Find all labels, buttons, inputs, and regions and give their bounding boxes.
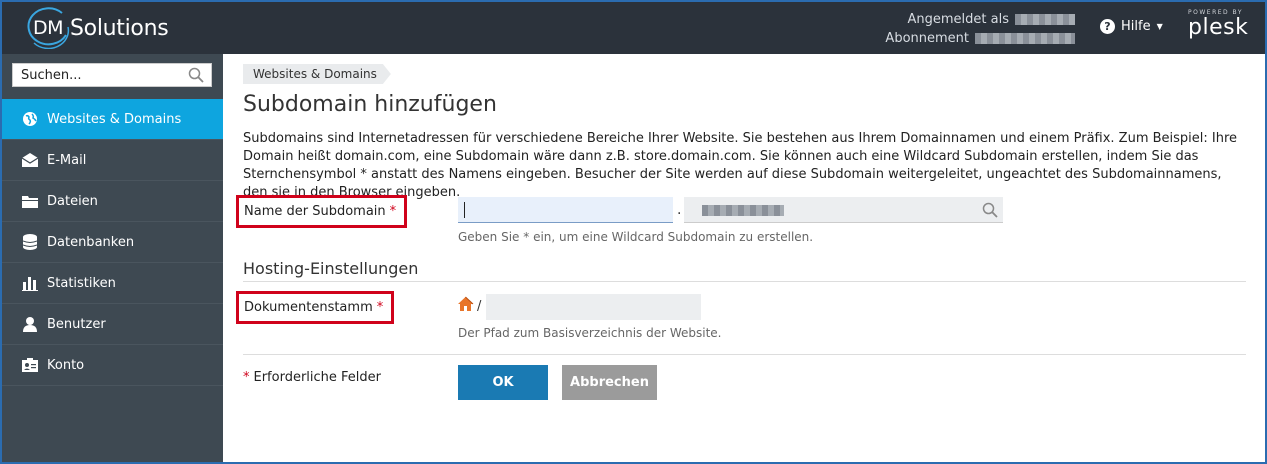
logo-dm-text: DM — [32, 17, 64, 39]
page-title: Subdomain hinzufügen — [243, 92, 497, 117]
database-icon — [22, 234, 38, 250]
required-fields-text: Erforderliche Felder — [253, 370, 382, 385]
logged-in-label: Angemeldet als — [907, 12, 1010, 27]
sidebar-nav: Websites & Domains E-Mail Dateien Datenb… — [2, 99, 223, 386]
username-redacted[interactable] — [1015, 14, 1075, 25]
path-slash: / — [477, 299, 482, 314]
search-icon[interactable] — [188, 67, 204, 87]
sidebar-item-databases[interactable]: Datenbanken — [2, 222, 223, 263]
sidebar-item-label: Websites & Domains — [47, 111, 182, 127]
globe-icon — [22, 111, 38, 127]
sidebar-item-statistics[interactable]: Statistiken — [2, 263, 223, 304]
domain-select[interactable] — [684, 197, 1003, 223]
breadcrumb-websites-domains[interactable]: Websites & Domains — [243, 64, 391, 84]
required-star: * — [243, 370, 250, 385]
domain-redacted — [702, 205, 784, 216]
sidebar-item-label: Datenbanken — [47, 234, 135, 250]
help-label: Hilfe — [1121, 19, 1151, 34]
user-icon — [22, 316, 38, 332]
sidebar-item-email[interactable]: E-Mail — [2, 140, 223, 181]
page-description: Subdomains sind Internetadressen für ver… — [243, 131, 1238, 200]
subdomain-input[interactable] — [458, 197, 673, 223]
sidebar-item-websites-domains[interactable]: Websites & Domains — [2, 99, 223, 140]
envelope-icon — [22, 152, 38, 168]
question-circle-icon: ? — [1100, 19, 1115, 34]
form-divider — [243, 354, 1246, 355]
required-fields-note: * Erforderliche Felder — [243, 370, 381, 385]
folder-icon — [22, 193, 38, 209]
account-info: Angemeldet als Abonnement — [885, 10, 1075, 48]
sidebar-search — [12, 63, 212, 87]
powered-by-plesk: POWERED BY plesk — [1188, 9, 1248, 40]
sidebar-item-users[interactable]: Benutzer — [2, 304, 223, 345]
help-menu-button[interactable]: ? Hilfe ▼ — [1100, 19, 1163, 34]
hosting-settings-heading: Hosting-Einstellungen — [243, 259, 1246, 282]
sidebar-item-label: Dateien — [47, 193, 98, 209]
subdomain-hint: Geben Sie * ein, um eine Wildcard Subdom… — [458, 230, 814, 244]
required-star: * — [389, 204, 397, 219]
document-root-input[interactable] — [486, 294, 701, 320]
sidebar-item-files[interactable]: Dateien — [2, 181, 223, 222]
logo-dm-mark: DM — [24, 7, 72, 49]
subdomain-label-text: Name der Subdomain — [244, 204, 386, 219]
sidebar-item-label: E-Mail — [47, 152, 87, 168]
bar-chart-icon — [22, 275, 38, 291]
subdomain-name-label: Name der Subdomain * — [236, 195, 408, 228]
plesk-logo-text: plesk — [1188, 15, 1249, 40]
sidebar-item-label: Benutzer — [47, 316, 106, 332]
sidebar-item-label: Konto — [47, 357, 85, 373]
home-icon — [457, 296, 474, 316]
account-card-icon — [22, 357, 38, 373]
search-input[interactable] — [13, 64, 183, 86]
subscription-label: Abonnement — [885, 31, 969, 46]
subscription-redacted[interactable] — [975, 33, 1075, 44]
sidebar-item-label: Statistiken — [47, 275, 116, 291]
logo-solutions-text: Solutions — [70, 15, 169, 41]
sidebar: Websites & Domains E-Mail Dateien Datenb… — [2, 54, 223, 462]
cancel-button[interactable]: Abbrechen — [562, 365, 657, 400]
document-root-label: Dokumentenstamm * — [236, 291, 395, 324]
docroot-hint: Der Pfad zum Basisverzeichnis der Websit… — [458, 326, 722, 340]
main-content: Websites & Domains Subdomain hinzufügen … — [223, 54, 1265, 462]
search-icon[interactable] — [982, 202, 998, 222]
sidebar-item-account[interactable]: Konto — [2, 345, 223, 386]
text-cursor — [464, 202, 465, 218]
top-header: DM Solutions Angemeldet als Abonnement ?… — [2, 2, 1265, 54]
docroot-label-text: Dokumentenstamm — [244, 300, 373, 315]
brand-logo[interactable]: DM Solutions — [24, 6, 169, 50]
ok-button[interactable]: OK — [458, 365, 548, 400]
app-window: DM Solutions Angemeldet als Abonnement ?… — [0, 0, 1267, 464]
required-star: * — [376, 300, 384, 315]
caret-down-icon: ▼ — [1156, 22, 1163, 31]
domain-separator: . — [677, 202, 682, 218]
